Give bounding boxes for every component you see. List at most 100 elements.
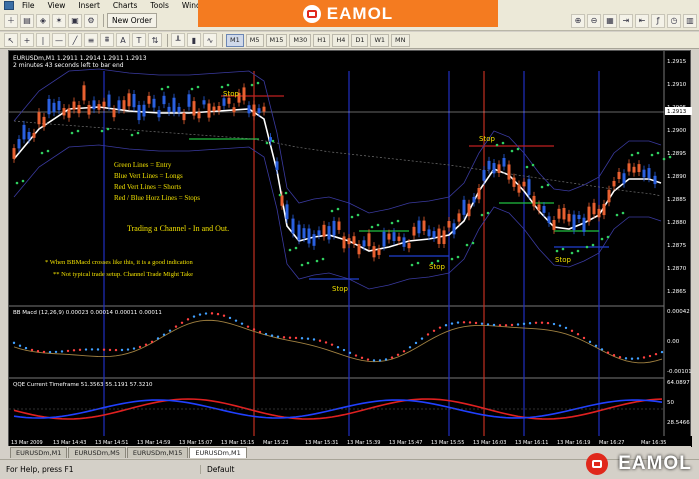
tf-w1-button[interactable]: W1 — [370, 33, 390, 47]
indicators-icon[interactable]: ƒ — [651, 13, 665, 28]
menu-insert[interactable]: Insert — [78, 1, 100, 10]
periodicity-toolbar: ↖ + | — ╱ ≡ ⩩ A T ⇅ ╨ ▮ ∿ M1 M5 M15 M30 … — [0, 32, 699, 49]
menu-charts[interactable]: Charts — [113, 1, 138, 10]
sar-dot — [330, 209, 334, 213]
candle-body — [497, 164, 501, 173]
templates-icon[interactable]: ▥ — [683, 13, 697, 28]
sar-dot — [480, 213, 484, 217]
sar-dot — [356, 213, 360, 217]
cursor-icon[interactable]: ↖ — [4, 33, 18, 47]
auto-scroll-icon[interactable]: ⇥ — [619, 13, 633, 28]
macd-dot — [234, 319, 238, 322]
macd-dot — [366, 358, 370, 361]
tab-eurusd-m15[interactable]: EURUSDm,M15 — [126, 447, 189, 458]
candle-body — [12, 148, 16, 159]
stop-label-3: Stop — [332, 285, 348, 293]
tf-m15-button[interactable]: M15 — [265, 33, 288, 47]
price-tick-label: 1.2875 — [667, 243, 687, 249]
macd-dot — [204, 312, 208, 315]
candle-body — [337, 221, 341, 230]
candle-body — [617, 171, 621, 180]
new-chart-icon[interactable]: ＋ — [4, 13, 18, 28]
tf-d1-button[interactable]: D1 — [351, 33, 369, 47]
candle-body — [537, 204, 541, 211]
bar-chart-icon[interactable]: ╨ — [171, 33, 185, 47]
crosshair-icon[interactable]: + — [20, 33, 34, 47]
macd-dot — [474, 321, 478, 325]
sar-dot — [456, 255, 460, 259]
price-axis: 1.29151.29101.29051.29001.28951.28901.28… — [665, 59, 692, 295]
market-watch-icon[interactable]: ◈ — [36, 13, 50, 28]
vertical-line-icon[interactable]: | — [36, 33, 50, 47]
candle-body — [467, 203, 471, 217]
legend-green: Green Lines = Entry — [114, 161, 172, 169]
menu-tools[interactable]: Tools — [150, 1, 168, 10]
menu-view[interactable]: View — [48, 1, 66, 10]
periods-icon[interactable]: ◷ — [667, 13, 681, 28]
sar-dot — [636, 151, 640, 155]
arrows-icon[interactable]: ⇅ — [148, 33, 162, 47]
sar-dot — [650, 153, 654, 157]
candle-body — [192, 101, 196, 116]
macd-dot — [492, 323, 496, 327]
tab-eurusd-m5[interactable]: EURUSDm,M5 — [68, 447, 126, 458]
line-chart-icon[interactable]: ∿ — [203, 33, 217, 47]
zoom-out-icon[interactable]: ⊖ — [587, 13, 601, 28]
fibonacci-icon[interactable]: ⩩ — [100, 33, 114, 47]
zoom-in-icon[interactable]: ⊕ — [571, 13, 585, 28]
price-tick-label: 1.2910 — [667, 82, 687, 88]
tf-h1-button[interactable]: H1 — [313, 33, 331, 47]
tf-h4-button[interactable]: H4 — [332, 33, 350, 47]
candle-body — [527, 179, 531, 195]
profiles-icon[interactable]: ▤ — [20, 13, 34, 28]
new-order-button[interactable]: New Order — [107, 13, 158, 28]
horizontal-line-icon[interactable]: — — [52, 33, 66, 47]
label-icon[interactable]: T — [132, 33, 146, 47]
candle-body — [107, 94, 111, 107]
tab-eurusd-m1-a[interactable]: EURUSDm,M1 — [10, 447, 68, 458]
navigator-icon[interactable]: ✶ — [52, 13, 66, 28]
macd-dot — [378, 359, 382, 362]
candle-body — [607, 189, 611, 203]
candle-body — [427, 229, 431, 237]
legend-blue: Blue Vert Lines = Longs — [114, 172, 183, 180]
candle-body — [82, 85, 86, 101]
price-chart[interactable]: 0.00042 0.00 -0.00101 64.0897 50 28.5466 EUR… — [9, 51, 692, 447]
tab-eurusd-m1-active[interactable]: EURUSDm,M1 — [189, 447, 247, 458]
candlestick-icon[interactable]: ▮ — [187, 33, 201, 47]
tile-icon[interactable]: ▦ — [603, 13, 617, 28]
tf-m5-button[interactable]: M5 — [245, 33, 264, 47]
candle-body — [442, 230, 446, 245]
candle-body — [42, 116, 46, 127]
candle-body — [432, 231, 436, 238]
candle-body — [62, 108, 66, 116]
chart-shift-icon[interactable]: ⇤ — [635, 13, 649, 28]
macd-signal-line — [13, 319, 663, 364]
tester-icon[interactable]: ⚙ — [84, 13, 98, 28]
macd-dot — [372, 359, 376, 362]
candle-body — [507, 164, 511, 180]
candle-body — [297, 224, 301, 241]
tf-m30-button[interactable]: M30 — [289, 33, 312, 47]
text-icon[interactable]: A — [116, 33, 130, 47]
trendline-icon[interactable]: ╱ — [68, 33, 82, 47]
chart-window[interactable]: 0.00042 0.00 -0.00101 64.0897 50 28.5466 EUR… — [8, 50, 692, 457]
tf-m1-button[interactable]: M1 — [226, 33, 244, 47]
sar-dot — [390, 221, 394, 225]
sar-dot — [288, 248, 292, 252]
candle-body — [97, 104, 101, 110]
candle-body — [87, 104, 91, 115]
candle-body — [22, 124, 26, 140]
channel-icon[interactable]: ≡ — [84, 33, 98, 47]
macd-dot — [60, 350, 64, 353]
qqe-header: QQE Current Timeframe 51.3563 55.1191 57… — [13, 382, 153, 388]
tf-mn-button[interactable]: MN — [391, 33, 410, 47]
macd-dot — [198, 313, 202, 316]
macd-dot — [408, 346, 412, 349]
candle-body — [502, 158, 506, 167]
menu-file[interactable]: File — [22, 1, 35, 10]
macd-dot — [54, 350, 58, 354]
toolbar-divider — [222, 33, 223, 47]
candle-body — [72, 101, 76, 110]
terminal-icon[interactable]: ▣ — [68, 13, 82, 28]
